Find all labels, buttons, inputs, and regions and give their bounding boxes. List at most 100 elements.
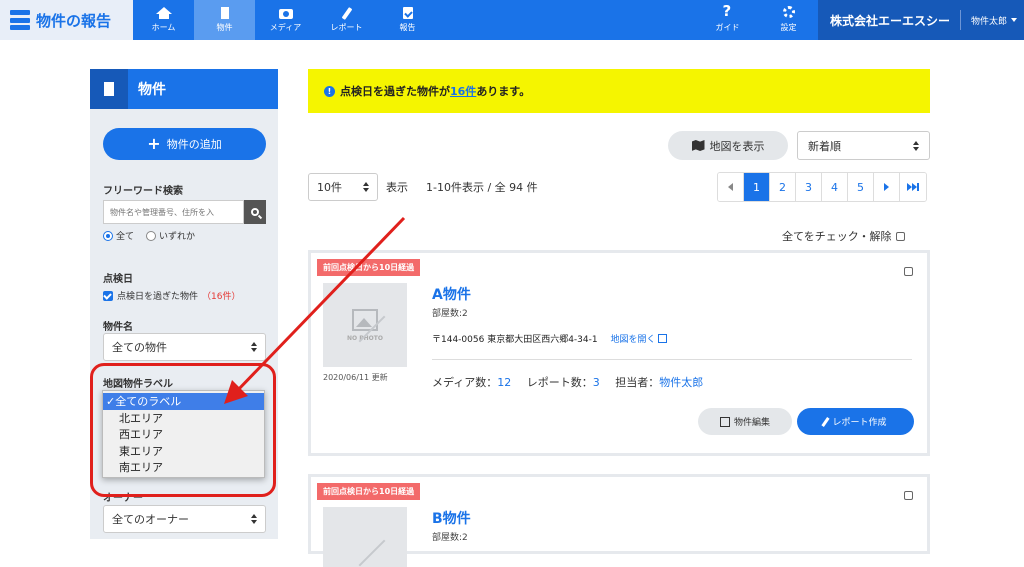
report-label: レポート数： bbox=[526, 376, 593, 389]
report-count-link[interactable]: 3 bbox=[593, 376, 600, 389]
property-photo[interactable]: NO PHOTO bbox=[323, 283, 407, 367]
external-link-icon bbox=[658, 334, 668, 343]
search-button[interactable] bbox=[244, 200, 266, 224]
logo-text: 物件の報告 bbox=[36, 11, 112, 30]
last-page-button[interactable] bbox=[900, 173, 926, 201]
show-map-label: 地図を表示 bbox=[709, 139, 765, 153]
account-menu[interactable]: 株式会社エーエスシー 物件太郎 bbox=[818, 0, 1024, 40]
owner-select[interactable]: 全てのオーナー bbox=[103, 505, 266, 533]
edit-property-button[interactable]: 物件編集 bbox=[698, 408, 792, 435]
prev-page-button[interactable] bbox=[718, 173, 744, 201]
search-icon bbox=[251, 208, 259, 216]
checkbox[interactable] bbox=[895, 231, 905, 241]
nav-label: レポート bbox=[330, 23, 363, 32]
inspection-label: 点検日 bbox=[103, 274, 133, 285]
alert-text-pre: 点検日を過ぎた物件が bbox=[340, 85, 450, 98]
nav-reports[interactable]: レポート bbox=[316, 0, 377, 40]
user-name: 物件太郎 bbox=[971, 16, 1008, 27]
address-text: 〒144-0056 東京都大田区西六郷4-34-1 bbox=[432, 335, 598, 345]
page-button[interactable]: 4 bbox=[822, 173, 848, 201]
radio-any[interactable]: いずれか bbox=[146, 229, 195, 242]
page-button[interactable]: 3 bbox=[796, 173, 822, 201]
nav-label: 報告 bbox=[399, 23, 416, 32]
card-checkbox[interactable] bbox=[904, 267, 913, 276]
result-count: 1-10件表示 / 全 94 件 bbox=[426, 181, 538, 194]
staff-link[interactable]: 物件太郎 bbox=[659, 376, 703, 389]
pen-icon bbox=[340, 7, 354, 20]
create-report-label: レポート作成 bbox=[832, 418, 887, 428]
card-checkbox[interactable] bbox=[904, 491, 913, 500]
map-icon bbox=[691, 140, 705, 151]
nav-home[interactable]: ホーム bbox=[133, 0, 194, 40]
next-page-button[interactable] bbox=[874, 173, 900, 201]
radio-label: 全て bbox=[116, 232, 135, 242]
room-count: 部屋数:2 bbox=[432, 533, 468, 543]
media-label: メディア数： bbox=[432, 376, 498, 389]
select-value: 新着順 bbox=[808, 139, 841, 153]
property-name-link[interactable]: B物件 bbox=[432, 508, 471, 528]
search-input[interactable] bbox=[103, 200, 244, 224]
select-value: 全てのオーナー bbox=[112, 513, 189, 526]
checkbox-checked-icon bbox=[103, 290, 113, 301]
slash-decoration bbox=[358, 539, 386, 567]
radio-dot bbox=[146, 230, 157, 241]
pen-icon bbox=[821, 416, 831, 427]
open-map-label: 地図を開く bbox=[610, 335, 656, 345]
inspection-overdue-checkbox[interactable]: 点検日を過ぎた物件 （16件） bbox=[103, 289, 240, 302]
camera-icon bbox=[278, 7, 293, 19]
sort-select[interactable]: 新着順 bbox=[797, 131, 930, 160]
nav-label: ガイド bbox=[715, 23, 740, 32]
home-icon bbox=[155, 7, 172, 19]
nav-label: メディア bbox=[269, 23, 302, 32]
nav-report-submit[interactable]: 報告 bbox=[377, 0, 438, 40]
open-map-link[interactable]: 地図を開く bbox=[610, 334, 668, 345]
per-page-select[interactable]: 10件 bbox=[308, 173, 378, 201]
alert-link[interactable]: 16件 bbox=[450, 83, 476, 99]
right-nav: ? ガイド 設定 bbox=[697, 0, 819, 40]
radio-dot bbox=[103, 230, 113, 241]
select-value: 10件 bbox=[317, 181, 342, 194]
property-name-label: 物件名 bbox=[103, 322, 133, 333]
logo[interactable]: 物件の報告 bbox=[0, 0, 133, 40]
property-name-select[interactable]: 全ての物件 bbox=[103, 333, 266, 361]
building-icon bbox=[218, 7, 232, 19]
staff-label: 担当者： bbox=[615, 376, 660, 389]
main-nav: ホーム 物件 メディア レポート 報告 bbox=[133, 0, 438, 40]
show-map-button[interactable]: 地図を表示 bbox=[668, 131, 788, 160]
updown-arrow-icon bbox=[363, 182, 369, 192]
property-address: 〒144-0056 東京都大田区西六郷4-34-1 地図を開く bbox=[432, 332, 668, 345]
overdue-badge: 前回点検日から10日経過 bbox=[317, 259, 421, 276]
nav-label: 物件 bbox=[216, 23, 233, 32]
property-name-link[interactable]: A物件 bbox=[432, 284, 471, 304]
add-property-button[interactable]: + 物件の追加 bbox=[103, 128, 266, 160]
plus-icon: + bbox=[147, 134, 161, 153]
sidebar-title: 物件 bbox=[138, 82, 166, 98]
updown-arrow-icon bbox=[251, 342, 257, 352]
alert-text-post: あります。 bbox=[476, 85, 531, 98]
nav-media[interactable]: メディア bbox=[255, 0, 316, 40]
radio-all[interactable]: 全て bbox=[103, 229, 134, 242]
page-button[interactable]: 5 bbox=[848, 173, 874, 201]
clipboard-check-icon bbox=[401, 7, 415, 19]
nav-guide[interactable]: ? ガイド bbox=[697, 0, 758, 40]
building-icon bbox=[90, 69, 128, 109]
inspection-check-label: 点検日を過ぎた物件 bbox=[117, 292, 199, 302]
caret-down-icon bbox=[1011, 18, 1018, 22]
create-report-button[interactable]: レポート作成 bbox=[797, 408, 914, 435]
company-name: 株式会社エーエスシー bbox=[830, 13, 951, 28]
check-all-toggle[interactable]: 全てをチェック・解除 bbox=[782, 228, 905, 244]
nav-settings[interactable]: 設定 bbox=[758, 0, 819, 40]
property-photo[interactable] bbox=[323, 507, 407, 567]
page-button[interactable]: 2 bbox=[770, 173, 796, 201]
show-label: 表示 bbox=[386, 181, 408, 194]
media-count-link[interactable]: 12 bbox=[497, 376, 511, 389]
top-navbar: 物件の報告 ホーム 物件 メディア レポート 報告 ? ガイド 設定 株式会社エ… bbox=[0, 0, 1024, 40]
page-button[interactable]: 1 bbox=[744, 173, 770, 201]
sidebar-header: 物件 bbox=[90, 69, 278, 109]
nav-properties[interactable]: 物件 bbox=[194, 0, 255, 40]
chevron-left-icon bbox=[728, 183, 733, 191]
last-page-icon bbox=[907, 183, 919, 191]
property-card: 前回点検日から10日経過 NO PHOTO 2020/06/11 更新 A物件 … bbox=[308, 250, 930, 456]
edit-property-label: 物件編集 bbox=[733, 418, 770, 428]
room-count: 部屋数:2 bbox=[432, 309, 468, 319]
